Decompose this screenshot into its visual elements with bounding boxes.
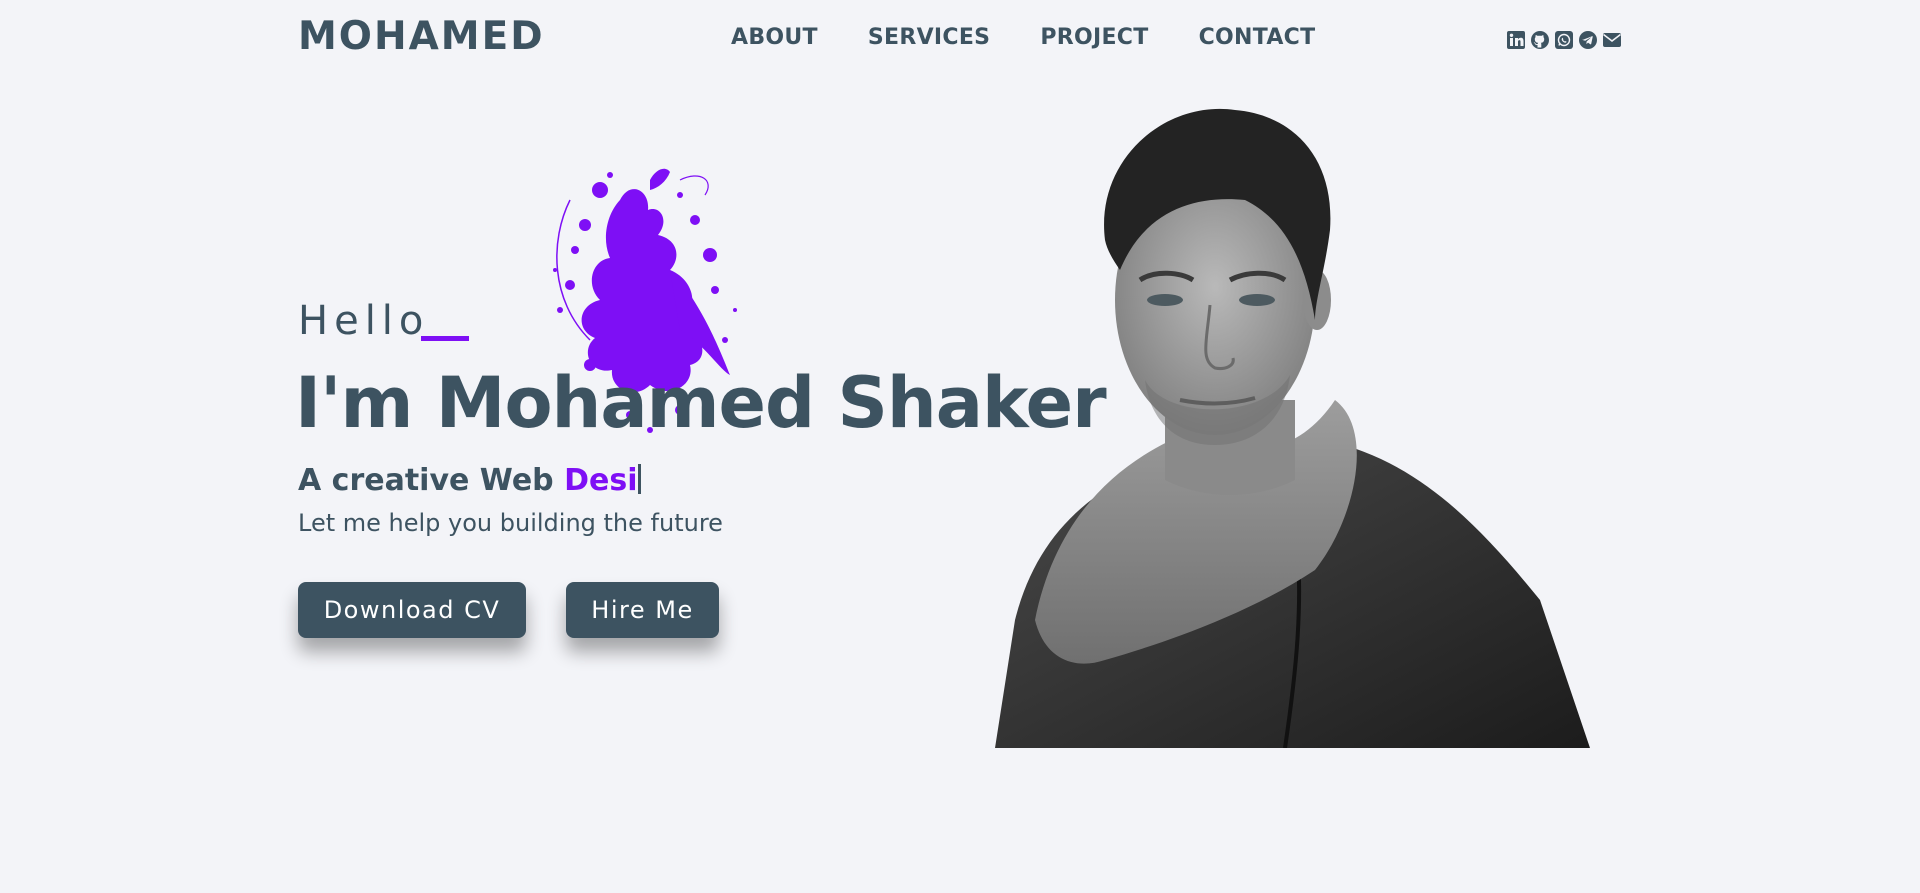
hero-subtitle: Let me help you building the future (298, 509, 723, 537)
nav-link-about[interactable]: ABOUT (731, 25, 818, 50)
hero-name: I'm Mohamed Shaker (295, 362, 1107, 444)
email-icon[interactable] (1602, 30, 1622, 50)
hero-tagline: A creative Web Desi (298, 463, 642, 498)
main-menu: ABOUT SERVICES PROJECT CONTACT (731, 25, 1315, 50)
download-cv-button[interactable]: Download CV (298, 582, 526, 638)
greeting-underline (421, 336, 469, 341)
nav-link-project[interactable]: PROJECT (1040, 25, 1148, 50)
hero-greeting: Hello (298, 298, 430, 344)
tagline-prefix: A creative Web (298, 463, 565, 498)
whatsapp-icon[interactable] (1554, 30, 1574, 50)
typing-cursor (638, 464, 642, 494)
social-links (1506, 30, 1622, 50)
github-icon[interactable] (1530, 30, 1550, 50)
site-logo[interactable]: MOHAMED (298, 14, 545, 59)
nav-link-services[interactable]: SERVICES (868, 25, 990, 50)
hire-me-button[interactable]: Hire Me (566, 582, 719, 638)
nav-link-contact[interactable]: CONTACT (1199, 25, 1316, 50)
top-nav: MOHAMED ABOUT SERVICES PROJECT CONTACT (0, 0, 1920, 80)
tagline-typed-word: Desi (564, 463, 638, 498)
telegram-icon[interactable] (1578, 30, 1598, 50)
linkedin-icon[interactable] (1506, 30, 1526, 50)
